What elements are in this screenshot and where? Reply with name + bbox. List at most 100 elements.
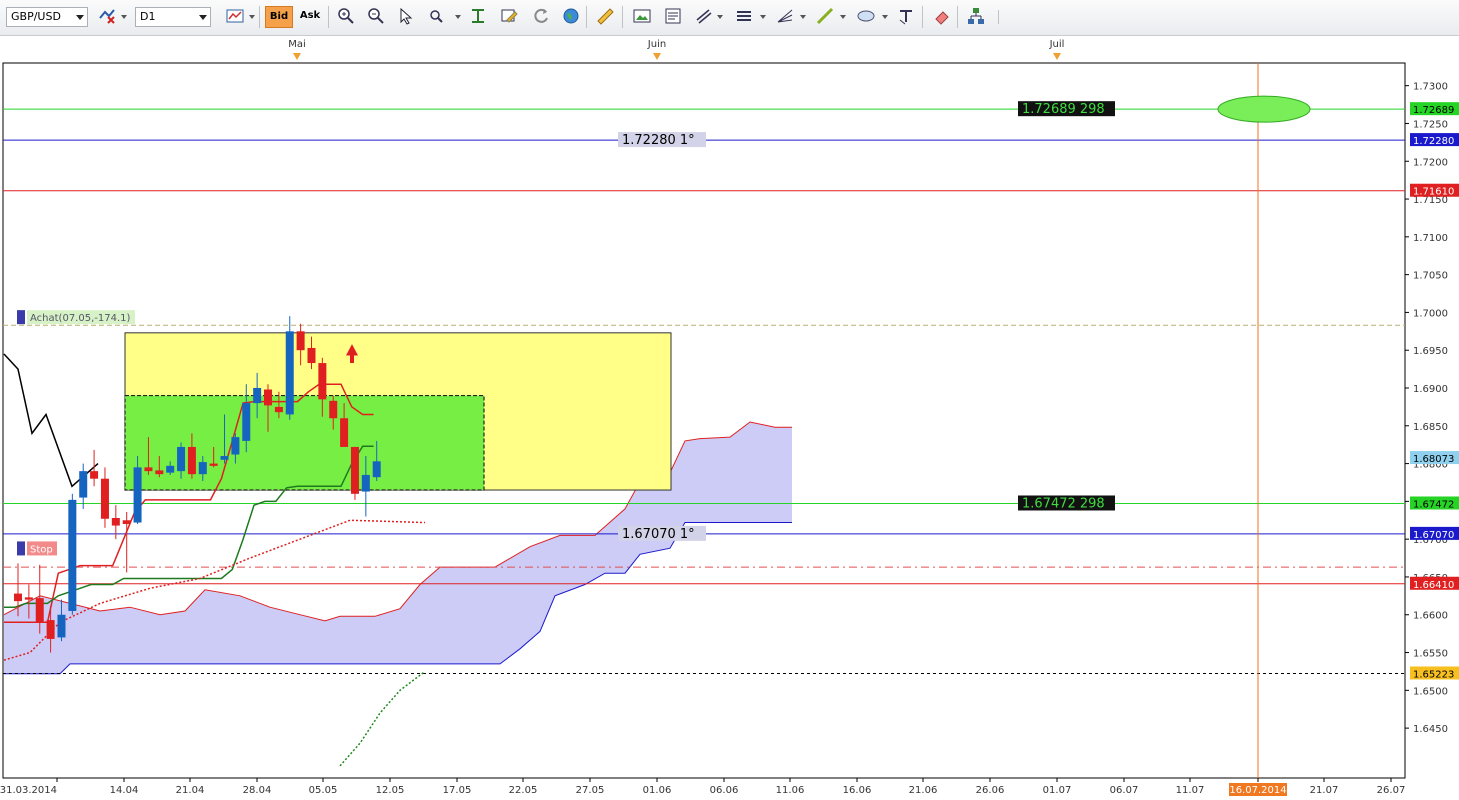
- image-icon[interactable]: [631, 6, 653, 28]
- globe-icon[interactable]: [560, 6, 582, 28]
- candle-body: [100, 478, 109, 519]
- y-tick-label: 1.7000: [1413, 308, 1448, 319]
- target-blue-top-price-tag: 1.72280: [1413, 136, 1454, 147]
- red-level-top-price-tag: 1.71610: [1413, 187, 1454, 198]
- y-tick-label: 1.6850: [1413, 422, 1448, 433]
- y-tick-label: 1.6550: [1413, 649, 1448, 660]
- globe-icon-shape: [563, 8, 579, 24]
- target-blue-bottom-tag: 1.67070 1°: [622, 527, 695, 542]
- edit-icon[interactable]: [498, 6, 520, 28]
- candle-body: [111, 518, 120, 526]
- crosshair-icon[interactable]: [426, 6, 448, 28]
- candle-body: [296, 331, 305, 351]
- x-tick-label: 06.06: [710, 785, 739, 796]
- candle-body: [220, 456, 229, 460]
- indicator-icon[interactable]: [467, 6, 489, 28]
- stop-marker: [17, 541, 25, 556]
- eraser-icon[interactable]: [931, 6, 953, 28]
- target-blue-top-tag: 1.72280 1°: [622, 133, 695, 148]
- horizontal-line-icon[interactable]: [733, 6, 755, 28]
- candle-body: [242, 403, 251, 441]
- hierarchy-icon[interactable]: [965, 6, 987, 28]
- candle-body: [318, 363, 327, 400]
- chevron-down-icon: [76, 15, 84, 20]
- y-tick-label: 1.6600: [1413, 611, 1448, 622]
- candle-body: [166, 465, 175, 473]
- x-tick-label: 26.06: [976, 785, 1005, 796]
- x-tick-label: 31.03.2014: [0, 785, 57, 796]
- candle-body: [46, 620, 55, 639]
- horizontal-line-icon-shape: [737, 11, 751, 21]
- x-tick-label: 12.05: [376, 785, 405, 796]
- chevron-down-icon[interactable]: [882, 15, 888, 19]
- symbol-select-value: GBP/USD: [11, 10, 61, 23]
- toolbar-divider: [259, 6, 260, 28]
- trendline-icon-shape: [696, 9, 712, 24]
- chevron-down-icon: [199, 15, 207, 20]
- resistance-green-top-price-tag: 1.72689: [1413, 105, 1454, 116]
- ruler-icon[interactable]: [594, 6, 616, 28]
- refresh-icon[interactable]: [530, 6, 552, 28]
- fan-icon-shape: [777, 9, 793, 23]
- pencil-line-icon-shape: [816, 7, 834, 25]
- remove-indicator-icon[interactable]: [96, 6, 118, 28]
- zoom-out-icon-shape: [368, 8, 384, 24]
- x-tick-label: 06.07: [1110, 785, 1139, 796]
- candle-body: [274, 406, 283, 413]
- candle-body: [35, 598, 44, 623]
- chevron-down-icon[interactable]: [249, 15, 255, 19]
- toolbar-grip: [998, 10, 999, 24]
- y-tick-label: 1.7050: [1413, 271, 1448, 282]
- eraser-icon-shape: [935, 11, 949, 25]
- x-tick-label: 21.04: [176, 785, 205, 796]
- candle-body: [155, 470, 164, 475]
- candle-body: [144, 467, 153, 472]
- ask-button[interactable]: Ask: [297, 6, 323, 28]
- toolbar-divider: [957, 6, 958, 28]
- fan-icon[interactable]: [774, 6, 796, 28]
- current-price-tag: 1.68073: [1413, 454, 1454, 465]
- chevron-down-icon[interactable]: [840, 15, 846, 19]
- chevron-down-icon[interactable]: [455, 15, 461, 19]
- chevron-down-icon[interactable]: [121, 15, 127, 19]
- pencil-line-icon[interactable]: [814, 6, 836, 28]
- y-tick-label: 1.7250: [1413, 119, 1448, 130]
- chevron-down-icon[interactable]: [717, 15, 723, 19]
- price-chart[interactable]: Mai Juin Juil 1.72689 298 1.72280 1° 1.67472…: [0, 36, 1459, 800]
- timeframe-select[interactable]: D1: [135, 7, 211, 27]
- x-tick-label: 28.04: [243, 785, 272, 796]
- candle-body: [198, 462, 207, 475]
- x-tick-label: 27.05: [576, 785, 605, 796]
- ellipse-icon[interactable]: [855, 6, 877, 28]
- candle-body: [307, 347, 316, 364]
- x-tick-label: 22.05: [509, 785, 538, 796]
- x-tick-label: 26.07: [1377, 785, 1406, 796]
- zoom-out-icon[interactable]: [365, 6, 387, 28]
- candle-body: [285, 331, 294, 415]
- x-tick-label: 21.07: [1310, 785, 1339, 796]
- template-icon[interactable]: [662, 6, 684, 28]
- chevron-down-icon[interactable]: [760, 15, 766, 19]
- candle-body: [264, 389, 273, 406]
- toolbar-divider: [586, 6, 587, 28]
- candle-body: [231, 437, 240, 455]
- candle-body: [372, 461, 381, 478]
- chart-type-icon[interactable]: [224, 6, 246, 28]
- symbol-select[interactable]: GBP/USD: [6, 7, 88, 27]
- y-tick-label: 1.7300: [1413, 82, 1448, 93]
- y-tick-label: 1.6450: [1413, 724, 1448, 735]
- y-tick-label: 1.6950: [1413, 346, 1448, 357]
- text-tool-icon[interactable]: [895, 6, 917, 28]
- trendline-icon[interactable]: [693, 6, 715, 28]
- chevron-down-icon[interactable]: [800, 15, 806, 19]
- bid-button[interactable]: Bid: [265, 6, 293, 28]
- zoom-in-icon[interactable]: [335, 6, 357, 28]
- cursor-icon[interactable]: [395, 6, 417, 28]
- x-tick-label: 14.04: [110, 785, 139, 796]
- target-ellipse: [1217, 95, 1311, 123]
- text-tool-icon-shape: [899, 10, 912, 25]
- cursor-icon-shape: [400, 7, 413, 25]
- buy-marker: [17, 310, 25, 325]
- toolbar-divider: [622, 6, 623, 28]
- x-tick-label: 11.07: [1176, 785, 1205, 796]
